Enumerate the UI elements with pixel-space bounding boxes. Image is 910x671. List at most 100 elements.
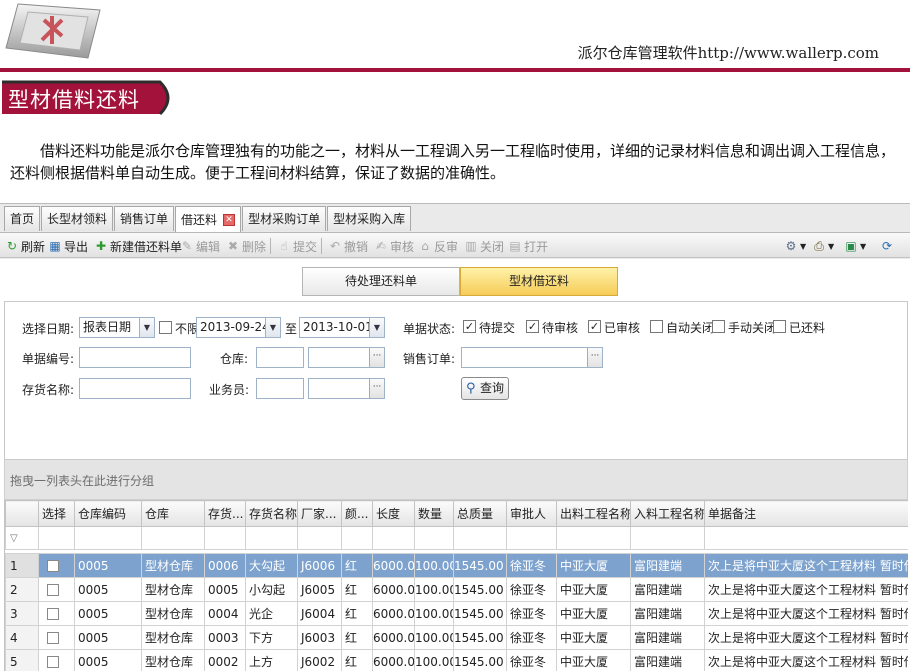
row-select-checkbox[interactable]: [47, 608, 59, 620]
close-doc-button[interactable]: ▥ 关闭: [464, 237, 504, 255]
unlimited-checkbox[interactable]: [159, 321, 172, 334]
cell-in[interactable]: 富阳建端: [630, 625, 705, 650]
filter-icon[interactable]: ▽: [5, 526, 39, 550]
date-type-select[interactable]: 报表日期 ▼: [79, 317, 155, 338]
column-header[interactable]: 厂家...: [297, 500, 342, 527]
cell-qty[interactable]: 100.00: [414, 577, 454, 602]
cell-name[interactable]: 光企: [245, 601, 298, 626]
cell-item[interactable]: 0005: [204, 577, 246, 602]
tab-sales-order[interactable]: 销售订单: [114, 206, 175, 231]
date-to-input[interactable]: 2013-10-01 ▼: [299, 317, 385, 338]
cell-qty[interactable]: 100.00: [414, 649, 454, 671]
column-header[interactable]: 入料工程名称: [630, 500, 705, 527]
cell-note[interactable]: 次上是将中亚大厦这个工程材料 暂时借...: [704, 649, 908, 671]
column-header[interactable]: 总质量: [453, 500, 507, 527]
status-pending-audit-checkbox[interactable]: ✓: [526, 320, 539, 333]
salesman-name-input[interactable]: ···: [308, 378, 385, 399]
cell-color[interactable]: 红: [341, 601, 373, 626]
column-header[interactable]: 长度: [372, 500, 415, 527]
cell-color[interactable]: 红: [341, 553, 373, 578]
cell-color[interactable]: 红: [341, 625, 373, 650]
ellipsis-icon[interactable]: ···: [369, 379, 384, 398]
cell-qty[interactable]: 100.00: [414, 601, 454, 626]
cell-weight[interactable]: 1545.00: [453, 553, 507, 578]
row-number[interactable]: 3: [5, 601, 39, 626]
withdraw-button[interactable]: ↶ 撤销: [328, 237, 368, 255]
item-name-input[interactable]: [79, 378, 191, 399]
cell-approver[interactable]: 徐亚冬: [506, 577, 557, 602]
column-header[interactable]: 仓库编码: [74, 500, 142, 527]
group-by-area[interactable]: 拖曳一列表头在此进行分组: [4, 460, 908, 500]
cell-out[interactable]: 中亚大厦: [556, 625, 631, 650]
cell-wh[interactable]: 型材仓库: [141, 577, 205, 602]
cell-note[interactable]: 次上是将中亚大厦这个工程材料 暂时借...: [704, 625, 908, 650]
column-header[interactable]: 颜...: [341, 500, 373, 527]
unaudit-button[interactable]: ⌂ 反审: [418, 237, 458, 255]
cell-maker[interactable]: J6004: [297, 601, 342, 626]
cell-code[interactable]: 0005: [74, 577, 142, 602]
tab-profile-purchase-receipt[interactable]: 型材采购入库: [327, 206, 412, 231]
column-header[interactable]: 存货...: [204, 500, 246, 527]
row-select-checkbox[interactable]: [47, 560, 59, 572]
cell-weight[interactable]: 1545.00: [453, 625, 507, 650]
status-manual-closed-checkbox[interactable]: [712, 320, 725, 333]
ellipsis-icon[interactable]: ···: [369, 348, 384, 367]
row-number[interactable]: 2: [5, 577, 39, 602]
cell-note[interactable]: 次上是将中亚大厦这个工程材料 暂时借...: [704, 601, 908, 626]
edit-button[interactable]: ✎ 编辑: [180, 237, 220, 255]
cell-maker[interactable]: J6005: [297, 577, 342, 602]
cell-item[interactable]: 0006: [204, 553, 246, 578]
borrow-return-switch[interactable]: 型材借还料: [460, 267, 618, 296]
cell-in[interactable]: 富阳建端: [630, 577, 705, 602]
row-select-checkbox[interactable]: [47, 584, 59, 596]
cell-qty[interactable]: 100.00: [414, 553, 454, 578]
open-doc-button[interactable]: ▤ 打开: [508, 237, 548, 255]
date-from-input[interactable]: 2013-09-24 ▼: [196, 317, 281, 338]
column-header[interactable]: 选择: [38, 500, 75, 527]
column-header[interactable]: 审批人: [506, 500, 557, 527]
layout-dropdown[interactable]: ▣ ▼: [844, 237, 866, 255]
submit-button[interactable]: ☝ 提交: [277, 237, 317, 255]
table-row[interactable]: 3 0005 型材仓库 0004 光企 J6004 红 6000.0 100.00 1545.00…: [5, 601, 908, 626]
cell-in[interactable]: 富阳建端: [630, 601, 705, 626]
cell-name[interactable]: 大勾起: [245, 553, 298, 578]
warehouse-name-input[interactable]: ···: [308, 347, 385, 368]
table-row[interactable]: 4 0005 型材仓库 0003 下方 J6003 红 6000.0 100.00 1545.00…: [5, 625, 908, 650]
cell-name[interactable]: 下方: [245, 625, 298, 650]
export-button[interactable]: ▦ 导出: [48, 237, 88, 255]
cell-out[interactable]: 中亚大厦: [556, 577, 631, 602]
audit-button[interactable]: ✍ 审核: [374, 237, 414, 255]
cell-item[interactable]: 0003: [204, 625, 246, 650]
cell-maker[interactable]: J6002: [297, 649, 342, 671]
cell-code[interactable]: 0005: [74, 601, 142, 626]
cell-len[interactable]: 6000.0: [372, 649, 415, 671]
cell-code[interactable]: 0005: [74, 625, 142, 650]
cell-wh[interactable]: 型材仓库: [141, 601, 205, 626]
cell-color[interactable]: 红: [341, 649, 373, 671]
cell-item[interactable]: 0002: [204, 649, 246, 671]
tab-borrow-return[interactable]: 借还料 ✕: [175, 206, 242, 232]
salesman-code-input[interactable]: [256, 378, 304, 399]
cell-code[interactable]: 0005: [74, 649, 142, 671]
status-audited-checkbox[interactable]: ✓: [588, 320, 601, 333]
table-row[interactable]: 1 0005 型材仓库 0006 大勾起 J6006 红 6000.0 100.00 1545.0…: [5, 553, 908, 578]
doc-no-input[interactable]: [79, 347, 191, 368]
cell-code[interactable]: 0005: [74, 553, 142, 578]
cell-wh[interactable]: 型材仓库: [141, 625, 205, 650]
cell-maker[interactable]: J6006: [297, 553, 342, 578]
cell-wh[interactable]: 型材仓库: [141, 553, 205, 578]
cell-out[interactable]: 中亚大厦: [556, 601, 631, 626]
cell-approver[interactable]: 徐亚冬: [506, 553, 557, 578]
cell-approver[interactable]: 徐亚冬: [506, 649, 557, 671]
cell-name[interactable]: 上方: [245, 649, 298, 671]
cell-maker[interactable]: J6003: [297, 625, 342, 650]
grid-filter-row[interactable]: ▽: [5, 526, 908, 550]
cell-color[interactable]: 红: [341, 577, 373, 602]
tab-home[interactable]: 首页: [4, 206, 41, 231]
cell-len[interactable]: 6000.0: [372, 601, 415, 626]
cell-approver[interactable]: 徐亚冬: [506, 601, 557, 626]
query-button[interactable]: ⚲ 查询: [461, 377, 509, 400]
cell-len[interactable]: 6000.0: [372, 625, 415, 650]
cell-len[interactable]: 6000.0: [372, 577, 415, 602]
status-returned-checkbox[interactable]: [773, 320, 786, 333]
